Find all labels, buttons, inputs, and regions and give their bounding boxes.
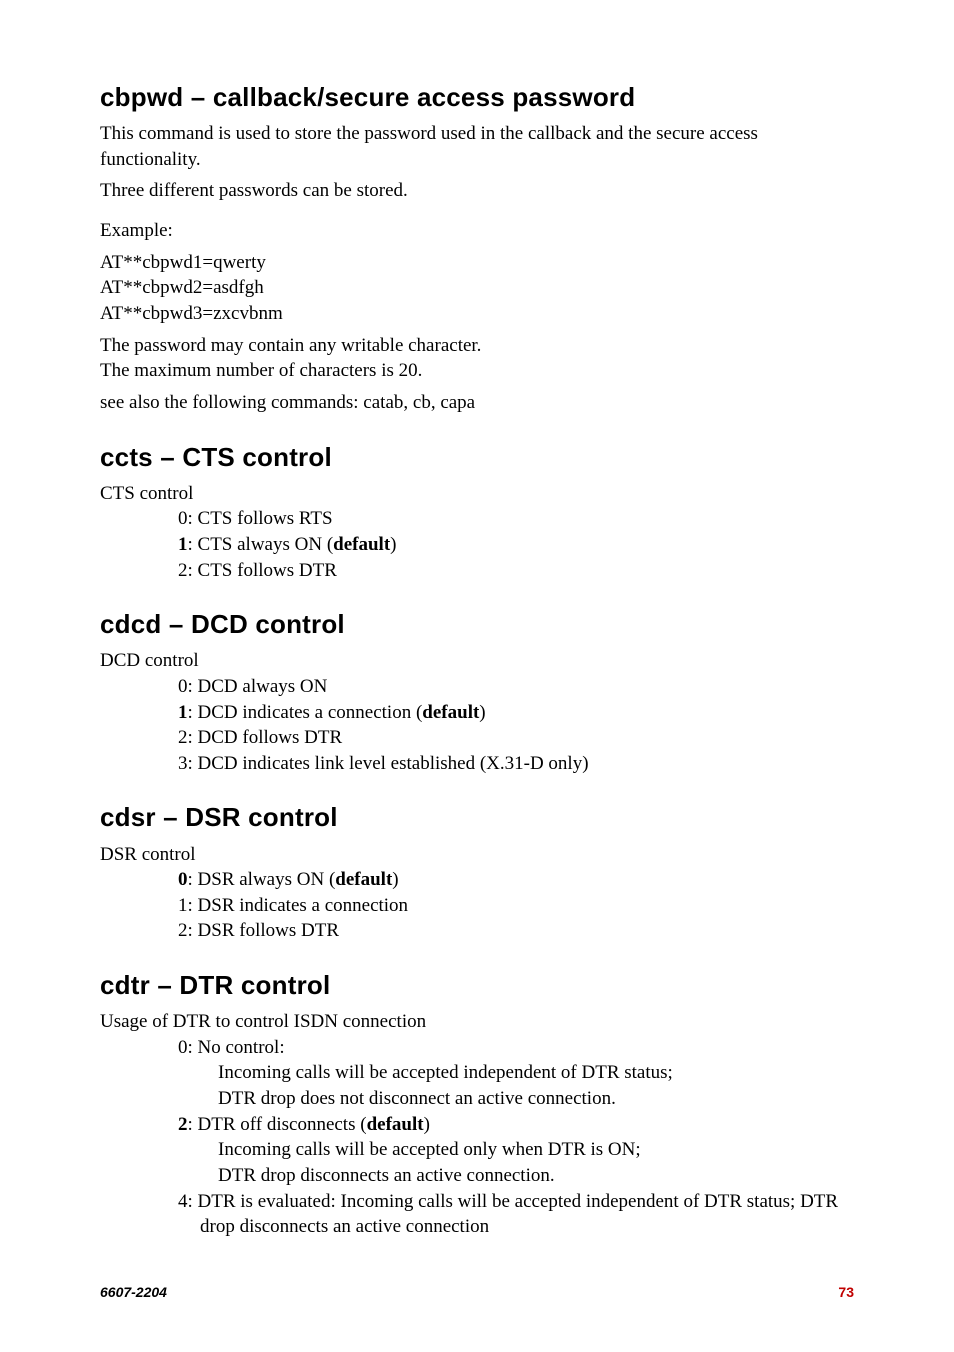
heading-ccts: ccts – CTS control [100, 440, 854, 475]
body-text: This command is used to store the passwo… [100, 121, 854, 172]
lead-text: Usage of DTR to control ISDN connection [100, 1009, 854, 1035]
option-text: : DSR always ON ( [188, 869, 336, 890]
lead-text: DSR control [100, 842, 854, 868]
option-subtext: Incoming calls will be accepted independ… [218, 1060, 854, 1086]
page-footer: 6607-2204 73 [100, 1283, 854, 1302]
option-text: : DTR off disconnects ( [188, 1114, 367, 1135]
code-line: AT**cbpwd1=qwerty [100, 250, 854, 276]
option-subtext: Incoming calls will be accepted only whe… [218, 1137, 854, 1163]
heading-cdtr: cdtr – DTR control [100, 968, 854, 1003]
default-label: default [335, 869, 392, 890]
lead-text: CTS control [100, 481, 854, 507]
option-value: 1 [178, 534, 188, 555]
option-subtext: DTR drop disconnects an active connectio… [218, 1163, 854, 1189]
option-item: 0: DSR always ON (default) [178, 867, 854, 893]
default-label: default [367, 1114, 424, 1135]
option-value: 2 [178, 1114, 188, 1135]
option-item: 4: DTR is evaluated: Incoming calls will… [178, 1189, 854, 1240]
code-line: AT**cbpwd3=zxcvbnm [100, 301, 854, 327]
option-item: 0: No control: [178, 1035, 854, 1061]
option-item: 2: DCD follows DTR [178, 725, 854, 751]
option-item: 2: DSR follows DTR [178, 918, 854, 944]
option-item: 2: CTS follows DTR [178, 558, 854, 584]
heading-cdsr: cdsr – DSR control [100, 800, 854, 835]
option-text: ) [424, 1114, 430, 1135]
option-item: 0: DCD always ON [178, 674, 854, 700]
option-text: ) [390, 534, 396, 555]
option-value: 1 [178, 702, 188, 723]
lead-text: DCD control [100, 648, 854, 674]
option-text: : DCD indicates a connection ( [188, 702, 423, 723]
option-subtext: DTR drop does not disconnect an active c… [218, 1086, 854, 1112]
body-text: Three different passwords can be stored. [100, 178, 854, 204]
heading-cbpwd: cbpwd – callback/secure access password [100, 80, 854, 115]
body-text: The password may contain any writable ch… [100, 333, 854, 359]
footer-page-number: 73 [838, 1283, 854, 1302]
code-line: AT**cbpwd2=asdfgh [100, 275, 854, 301]
option-value: 0 [178, 869, 188, 890]
option-item: 0: CTS follows RTS [178, 506, 854, 532]
option-item: 1: DCD indicates a connection (default) [178, 700, 854, 726]
option-item: 1: CTS always ON (default) [178, 532, 854, 558]
heading-cdcd: cdcd – DCD control [100, 607, 854, 642]
default-label: default [333, 534, 390, 555]
example-label: Example: [100, 218, 854, 244]
footer-doc-id: 6607-2204 [100, 1283, 167, 1302]
option-text: : CTS always ON ( [188, 534, 334, 555]
option-text: ) [392, 869, 398, 890]
option-item: 2: DTR off disconnects (default) [178, 1112, 854, 1138]
default-label: default [422, 702, 479, 723]
option-item: 3: DCD indicates link level established … [178, 751, 854, 777]
body-text: The maximum number of characters is 20. [100, 358, 854, 384]
option-text: ) [479, 702, 485, 723]
body-text: see also the following commands: catab, … [100, 390, 854, 416]
option-item: 1: DSR indicates a connection [178, 893, 854, 919]
